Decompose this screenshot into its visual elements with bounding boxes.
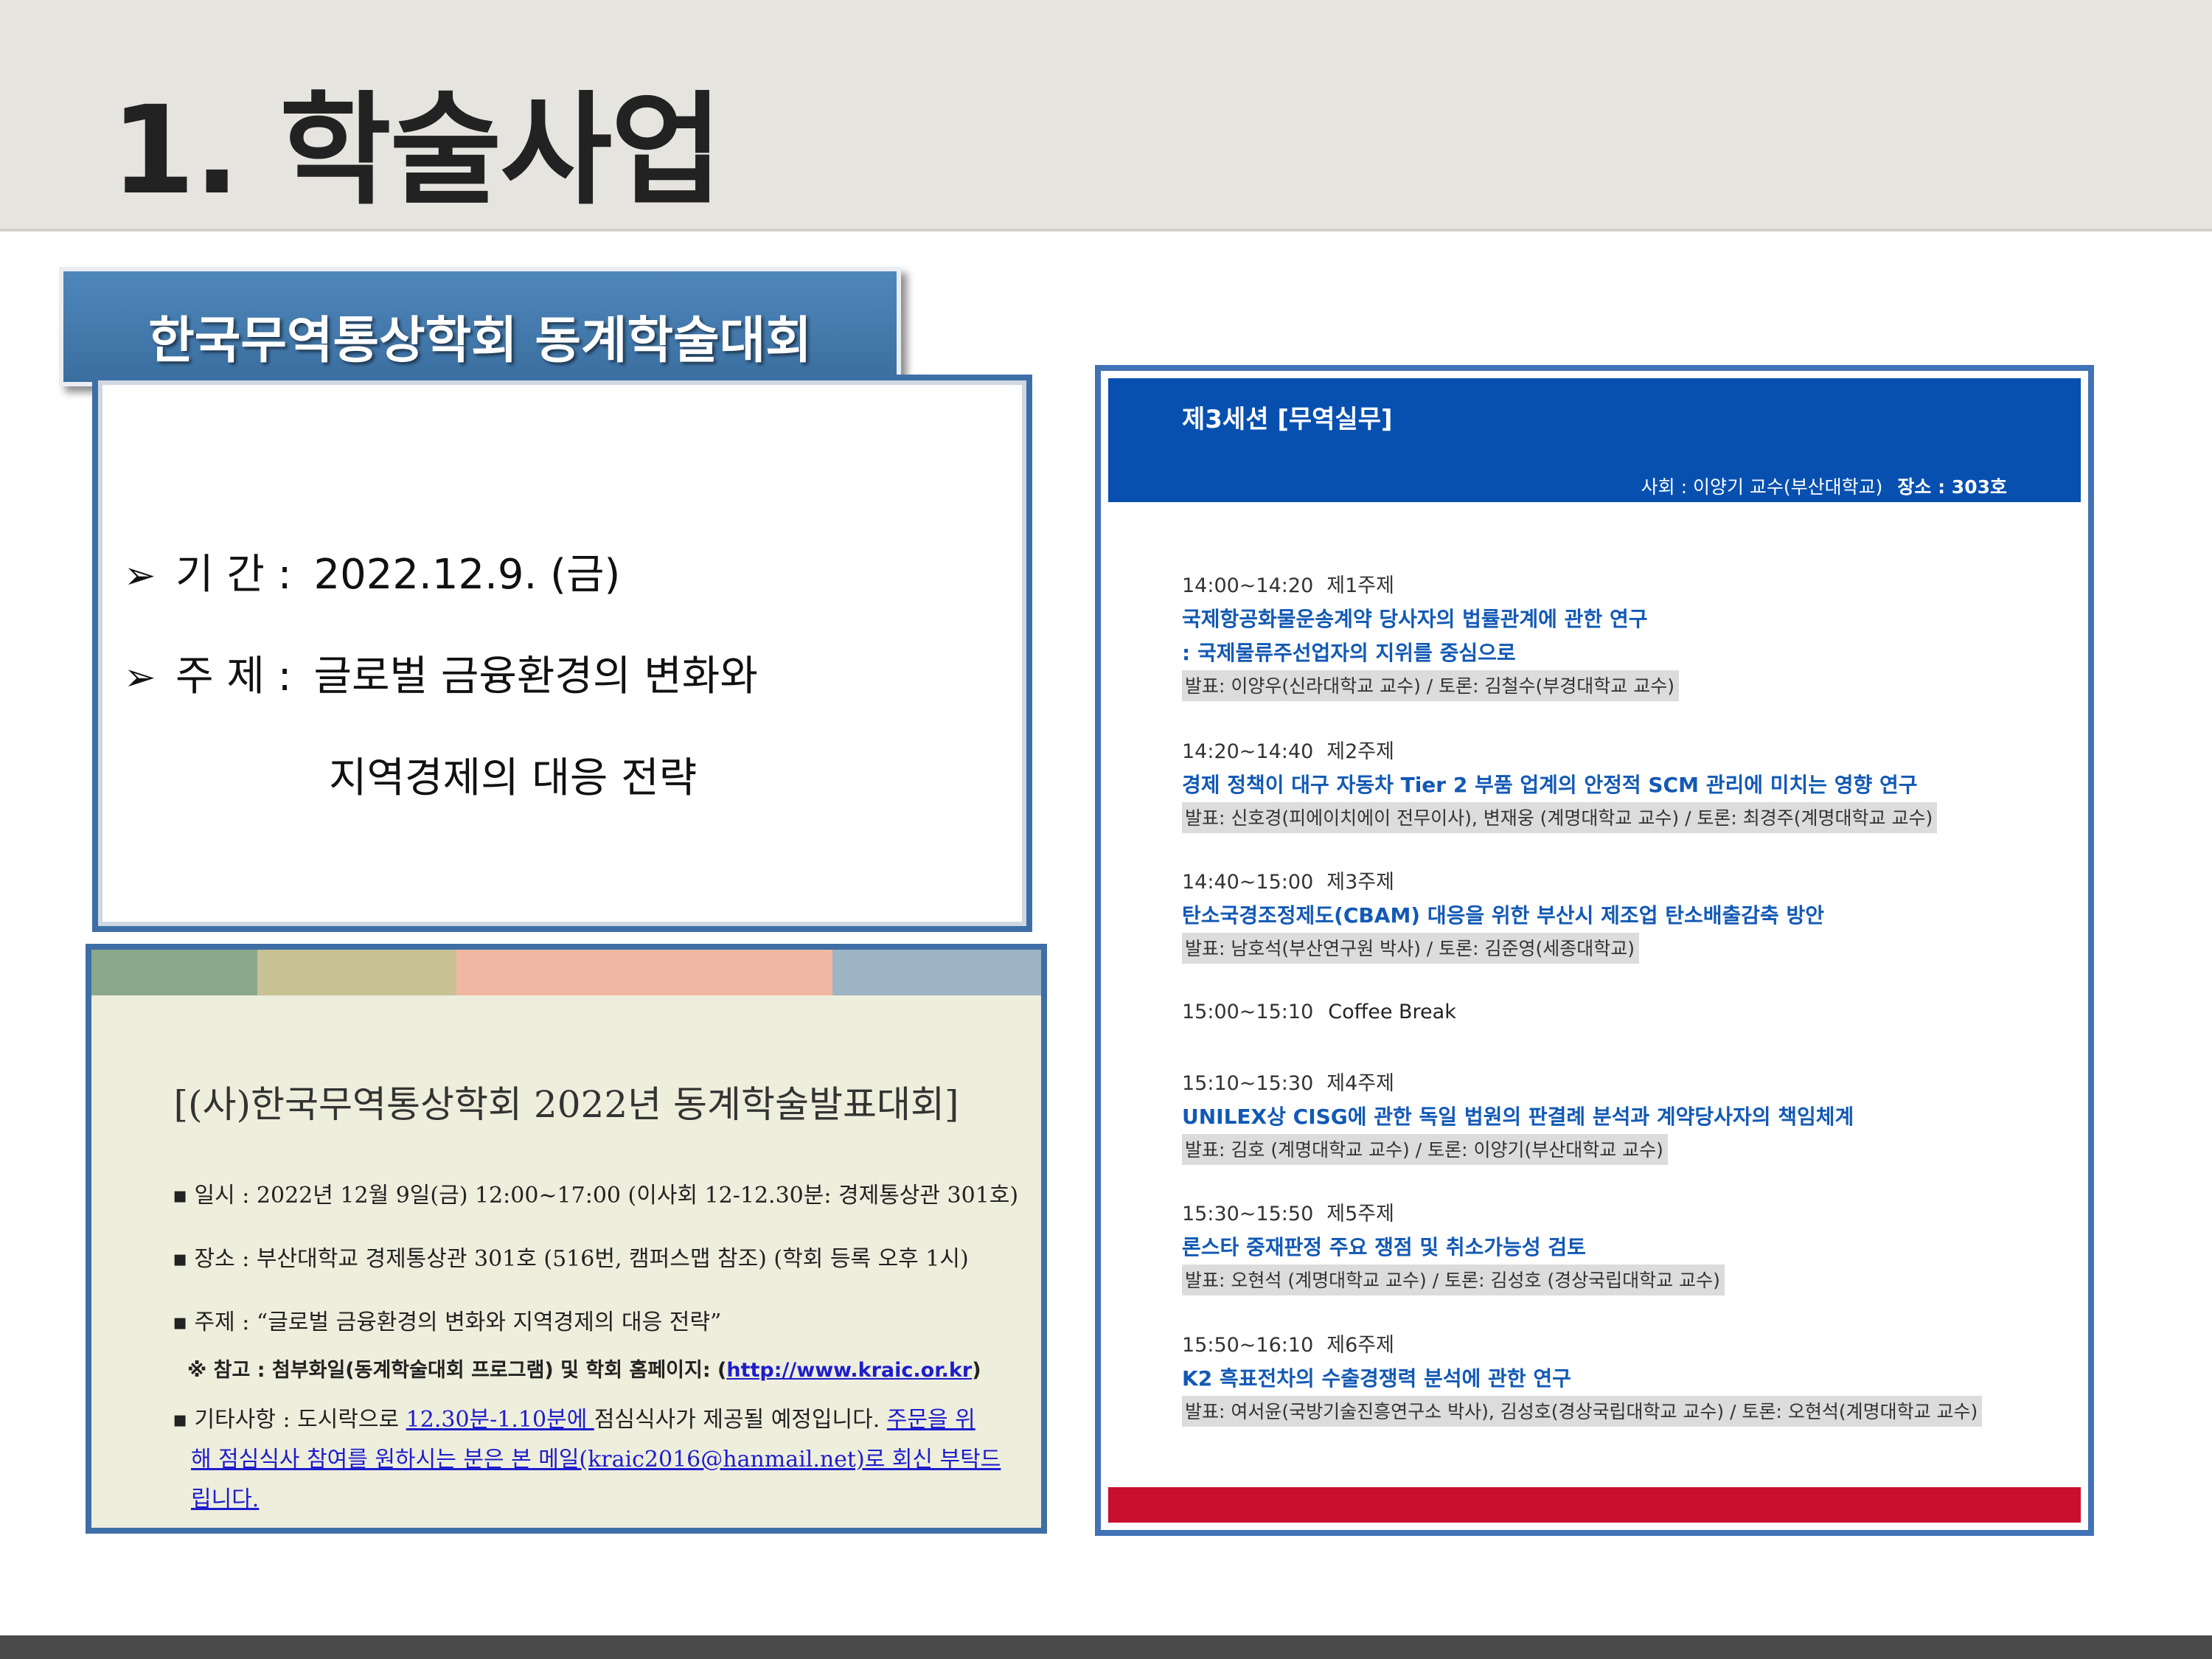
homepage-link[interactable]: http://www.kraic.or.kr: [726, 1359, 972, 1382]
arrow-bullet-icon: ➢: [124, 655, 156, 700]
notice-stripe: [91, 950, 257, 995]
notice-stripe: [456, 950, 832, 995]
slot-title: UNILEX상 CISG에 관한 독일 법원의 판결례 분석과 계약당사자의 책…: [1182, 1105, 1854, 1129]
title-bar: 1. 학술사업: [0, 0, 2212, 232]
topic-label: 주 제 :: [175, 653, 292, 700]
period-value: 2022.12.9. (금): [313, 551, 621, 599]
program-footer-bar: [1108, 1487, 2081, 1523]
slot-time: 15:30~15:50 제5주제: [1182, 1203, 1394, 1225]
reply-mail-link-end[interactable]: 립니다.: [191, 1486, 259, 1512]
coffee-break: 15:00~15:10 Coffee Break: [1182, 1001, 1456, 1023]
session-program: 제3세션 [무역실무] 사회 : 이양기 교수(부산대학교) 장소 : 303호 …: [1095, 365, 2094, 1536]
bottom-bar: [0, 1635, 2212, 1659]
program-slot: 14:20~14:40 제2주제 경제 정책이 대구 자동차 Tier 2 부품 …: [1182, 736, 2059, 833]
reply-mail-link[interactable]: 해 점심식사 참여를 원하시는 분은 본 메일(kraic2016@hanmai…: [191, 1447, 1001, 1472]
banner-text: 한국무역통상학회 동계학술대회: [148, 312, 812, 370]
notice-reference: ※ 참고 : 첨부화일(동계학술대회 프로그램) 및 학회 홈페이지: (htt…: [187, 1359, 981, 1382]
arrow-bullet-icon: ➢: [124, 554, 156, 598]
program-slot: 15:50~16:10 제6주제 K2 흑표전차의 수출경쟁력 분석에 관한 연구…: [1182, 1329, 2059, 1427]
order-link[interactable]: 주문을 위: [887, 1407, 975, 1433]
slot-presenters: 발표: 이양우(신라대학교 교수) / 토론: 김철수(부경대학교 교수): [1182, 670, 1679, 701]
slot-title: 탄소국경조정제도(CBAM) 대응을 위한 부산시 제조업 탄소배출감축 방안: [1182, 903, 1825, 928]
notice-item-misc-end: 립니다.: [191, 1481, 259, 1513]
slot-title: K2 흑표전차의 수출경쟁력 분석에 관한 연구: [1182, 1366, 1571, 1391]
program-header: 제3세션 [무역실무] 사회 : 이양기 교수(부산대학교) 장소 : 303호: [1108, 378, 2081, 502]
slot-time: 14:00~14:20 제1주제: [1182, 574, 1394, 597]
notice-item-misc-cont: 해 점심식사 참여를 원하시는 분은 본 메일(kraic2016@hanmai…: [191, 1441, 1001, 1473]
notice-item-topic: ▪ 주제 : “글로벌 금융환경의 변화와 지역경제의 대응 전략”: [173, 1310, 722, 1335]
slot-presenters: 발표: 신호경(피에이치에이 전무이사), 변재웅 (계명대학교 교수) / 토…: [1182, 802, 1938, 833]
notice-stripe: [257, 950, 456, 995]
conference-banner: 한국무역통상학회 동계학술대회: [59, 267, 901, 386]
notice-item-misc: ▪ 기타사항 : 도시락으로 12.30분-1.10분에 점심식사가 제공될 예…: [173, 1407, 975, 1433]
program-slot: 15:30~15:50 제5주제 론스타 중재판정 주요 쟁점 및 취소가능성 검…: [1182, 1198, 2059, 1295]
conference-notice: [(사)한국무역통상학회 2022년 동계학술발표대회] ▪ 일시 : 2022…: [86, 944, 1047, 1534]
notice-item-date: ▪ 일시 : 2022년 12월 9일(금) 12:00~17:00 (이사회 …: [173, 1183, 1019, 1208]
slot-time: 14:20~14:40 제2주제: [1182, 740, 1394, 763]
slot-presenters: 발표: 남호석(부산연구원 박사) / 토론: 김준영(세종대학교): [1182, 933, 1640, 964]
slot-subtitle: : 국제물류주선업자의 지위를 중심으로: [1182, 641, 1516, 665]
slot-title: 론스타 중재판정 주요 쟁점 및 취소가능성 검토: [1182, 1235, 1586, 1259]
notice-stripe: [832, 950, 1041, 995]
topic-line: ➢ 주 제 : 글로벌 금융환경의 변화와: [124, 643, 758, 703]
slot-title: 국제항공화물운송계약 당사자의 법률관계에 관한 연구: [1182, 607, 1648, 631]
slot-time: 14:40~15:00 제3주제: [1182, 871, 1394, 894]
chair-and-room: 사회 : 이양기 교수(부산대학교) 장소 : 303호: [1641, 476, 2007, 498]
period-label: 기 간 :: [175, 551, 292, 599]
topic-value-line1: 글로벌 금융환경의 변화와: [313, 653, 758, 700]
notice-item-venue: ▪ 장소 : 부산대학교 경제통상관 301호 (516번, 캠퍼스맵 참조) …: [173, 1246, 969, 1272]
slot-title: 경제 정책이 대구 자동차 Tier 2 부품 업계의 안정적 SCM 관리에 …: [1182, 773, 1918, 797]
slot-time: 15:10~15:30 제4주제: [1182, 1072, 1394, 1095]
slot-presenters: 발표: 김호 (계명대학교 교수) / 토론: 이양기(부산대학교 교수): [1182, 1134, 1668, 1165]
lunch-time-link[interactable]: 12.30분-1.10분에: [406, 1407, 594, 1433]
notice-title: [(사)한국무역통상학회 2022년 동계학술발표대회]: [173, 1083, 959, 1126]
slot-time: 15:50~16:10 제6주제: [1182, 1334, 1394, 1357]
period-line: ➢ 기 간 : 2022.12.9. (금): [124, 541, 620, 601]
topic-value-line2: 지역경제의 대응 전략: [329, 754, 698, 802]
session-title: 제3세션 [무역실무]: [1182, 405, 1393, 434]
conference-info-box: ➢ 기 간 : 2022.12.9. (금) ➢ 주 제 : 글로벌 금융환경의 변화와…: [92, 375, 1032, 932]
slot-presenters: 발표: 여서윤(국방기술진흥연구소 박사), 김성호(경상국립대학교 교수) /…: [1182, 1396, 1983, 1427]
program-slot: 14:00~14:20 제1주제 국제항공화물운송계약 당사자의 법률관계에 관한…: [1182, 570, 2059, 701]
program-slot: 15:10~15:30 제4주제 UNILEX상 CISG에 관한 독일 법원의 …: [1182, 1068, 2059, 1165]
slot-presenters: 발표: 오현석 (계명대학교 교수) / 토론: 김성호 (경상국립대학교 교수…: [1182, 1265, 1725, 1295]
slide-title: 1. 학술사업: [111, 80, 723, 221]
program-slot: 14:40~15:00 제3주제 탄소국경조정제도(CBAM) 대응을 위한 부산…: [1182, 866, 2059, 964]
